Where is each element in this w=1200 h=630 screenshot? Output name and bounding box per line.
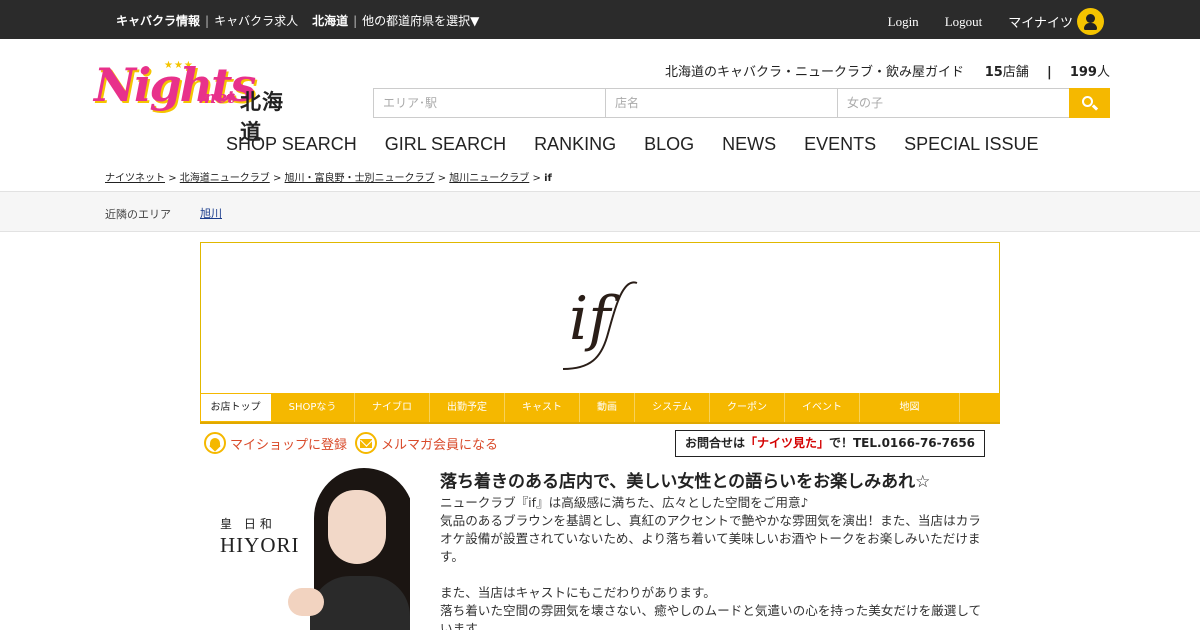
top-bar-right: Login Logout マイナイツ	[862, 8, 1104, 35]
description-paragraph: また、当店はキャストにもこだわりがあります。	[440, 585, 716, 600]
tab-cast[interactable]: キャスト	[505, 393, 580, 422]
divider: |	[1046, 65, 1052, 80]
nav-events[interactable]: EVENTS	[804, 134, 876, 155]
tab-event[interactable]: イベント	[785, 393, 860, 422]
nav-girl-search[interactable]: GIRL SEARCH	[385, 134, 506, 155]
register-myshop-label: マイショップに登録	[230, 437, 348, 453]
description-headline: 落ち着きのある店内で、美しい女性との語らいをお楽しみあれ☆	[440, 472, 931, 492]
girl-search-input[interactable]	[837, 88, 1069, 118]
area-search-input[interactable]	[373, 88, 605, 118]
tab-schedule[interactable]: 出勤予定	[430, 393, 505, 422]
main-nav: SHOP SEARCH GIRL SEARCH RANKING BLOG NEW…	[212, 134, 1053, 155]
shop-description: 落ち着きのある店内で、美しい女性との語らいをお楽しみあれ☆ ニュークラブ『if』…	[440, 467, 992, 630]
breadcrumb-item[interactable]: 旭川・富良野・士別ニュークラブ	[285, 173, 435, 184]
cast-name-en: HIYORI	[220, 533, 300, 557]
user-icon[interactable]	[1077, 8, 1104, 35]
login-link[interactable]: Login	[888, 14, 919, 30]
cast-photo[interactable]: 皇 日和 HIYORI	[210, 468, 410, 630]
nearby-areas: 近隣のエリア 旭川	[0, 191, 1200, 232]
search-bar	[373, 88, 1110, 118]
divider: |	[353, 13, 358, 28]
shop-unit: 店舗	[1002, 65, 1029, 80]
contact-phone[interactable]: で！TEL.0166-76-7656	[829, 436, 975, 450]
tab-system[interactable]: システム	[635, 393, 710, 422]
shop-tabs: お店トップ SHOPなう ナイブロ 出勤予定 キャスト 動画 システム クーポン…	[200, 393, 1000, 424]
shop-logo: if	[551, 257, 661, 377]
contact-highlight: 「ナイツ見た」	[744, 436, 829, 450]
logout-link[interactable]: Logout	[945, 14, 983, 30]
breadcrumb-item[interactable]: 北海道ニュークラブ	[180, 173, 270, 184]
site-tagline: 北海道のキャバクラ・ニュークラブ・飲み屋ガイド 15店舗 | 199人	[665, 61, 1110, 80]
divider: |	[205, 13, 210, 28]
girl-count: 199	[1069, 65, 1097, 80]
breadcrumb-item[interactable]: 旭川ニュークラブ	[449, 173, 529, 184]
tab-coupon[interactable]: クーポン	[710, 393, 785, 422]
nearby-area-link[interactable]: 旭川	[200, 205, 222, 221]
description-paragraph: ニュークラブ『if』は高級感に満ちた、広々とした空間をご用意♪	[440, 495, 809, 510]
mailmag-label: メルマガ会員になる	[381, 437, 499, 453]
breadcrumb-item[interactable]: ナイツネット	[105, 173, 165, 184]
current-region: 北海道	[312, 14, 349, 28]
nav-ranking[interactable]: RANKING	[534, 134, 616, 155]
tab-shop-top[interactable]: お店トップ	[201, 394, 271, 421]
nav-blog[interactable]: BLOG	[644, 134, 694, 155]
tab-shop-now[interactable]: SHOPなう	[271, 393, 355, 422]
nearby-label: 近隣のエリア	[105, 208, 171, 221]
girl-unit: 人	[1096, 65, 1110, 80]
mail-icon	[355, 432, 378, 454]
shop-search-input[interactable]	[605, 88, 837, 118]
nav-shop-search[interactable]: SHOP SEARCH	[226, 134, 357, 155]
cabaret-info-link[interactable]: キャバクラ情報	[116, 12, 200, 29]
tab-map[interactable]: 地図	[860, 393, 960, 422]
search-button[interactable]	[1069, 88, 1110, 118]
select-prefecture-dropdown[interactable]: 他の都道府県を選択▼	[362, 12, 479, 29]
nav-special-issue[interactable]: SPECIAL ISSUE	[904, 134, 1038, 155]
shop-actions: マイショップに登録 メルマガ会員になる	[204, 432, 506, 454]
mailmag-button[interactable]: メルマガ会員になる	[355, 432, 498, 454]
breadcrumb: ナイツネット > 北海道ニュークラブ > 旭川・富良野・士別ニュークラブ > 旭…	[105, 173, 552, 184]
description-paragraph: 気品のあるブラウンを基調とし、真紅のアクセントで艶やかな雰囲気を演出！また、当店…	[440, 513, 981, 564]
shop-banner: if	[200, 242, 1000, 394]
my-nights-link[interactable]: マイナイツ	[1008, 12, 1073, 31]
tab-nightblog[interactable]: ナイブロ	[355, 393, 430, 422]
nav-news[interactable]: NEWS	[722, 134, 776, 155]
cabaret-jobs-link[interactable]: キャバクラ求人	[214, 12, 298, 29]
top-bar-left: キャバクラ情報 | キャバクラ求人 北海道 | 他の都道府県を選択▼	[116, 12, 479, 29]
register-myshop-button[interactable]: マイショップに登録	[204, 432, 347, 454]
tab-video[interactable]: 動画	[580, 393, 635, 422]
top-bar: キャバクラ情報 | キャバクラ求人 北海道 | 他の都道府県を選択▼ Login…	[0, 0, 1200, 39]
site-logo[interactable]: ★★★ Nights .net 北海道	[94, 58, 304, 144]
breadcrumb-current: if	[544, 173, 552, 184]
description-paragraph: 落ち着いた空間の雰囲気を壊さない、癒やしのムードと気遣いの心を持った美女だけを厳…	[440, 603, 982, 630]
contact-box: お問合せは「ナイツ見た」で！TEL.0166-76-7656	[675, 430, 985, 457]
tagline-text: 北海道のキャバクラ・ニュークラブ・飲み屋ガイド	[665, 65, 965, 80]
logo-suffix: .net	[198, 88, 235, 108]
shop-count: 15	[984, 65, 1003, 80]
heart-icon	[204, 432, 226, 454]
cast-name-jp: 皇 日和	[220, 517, 276, 531]
